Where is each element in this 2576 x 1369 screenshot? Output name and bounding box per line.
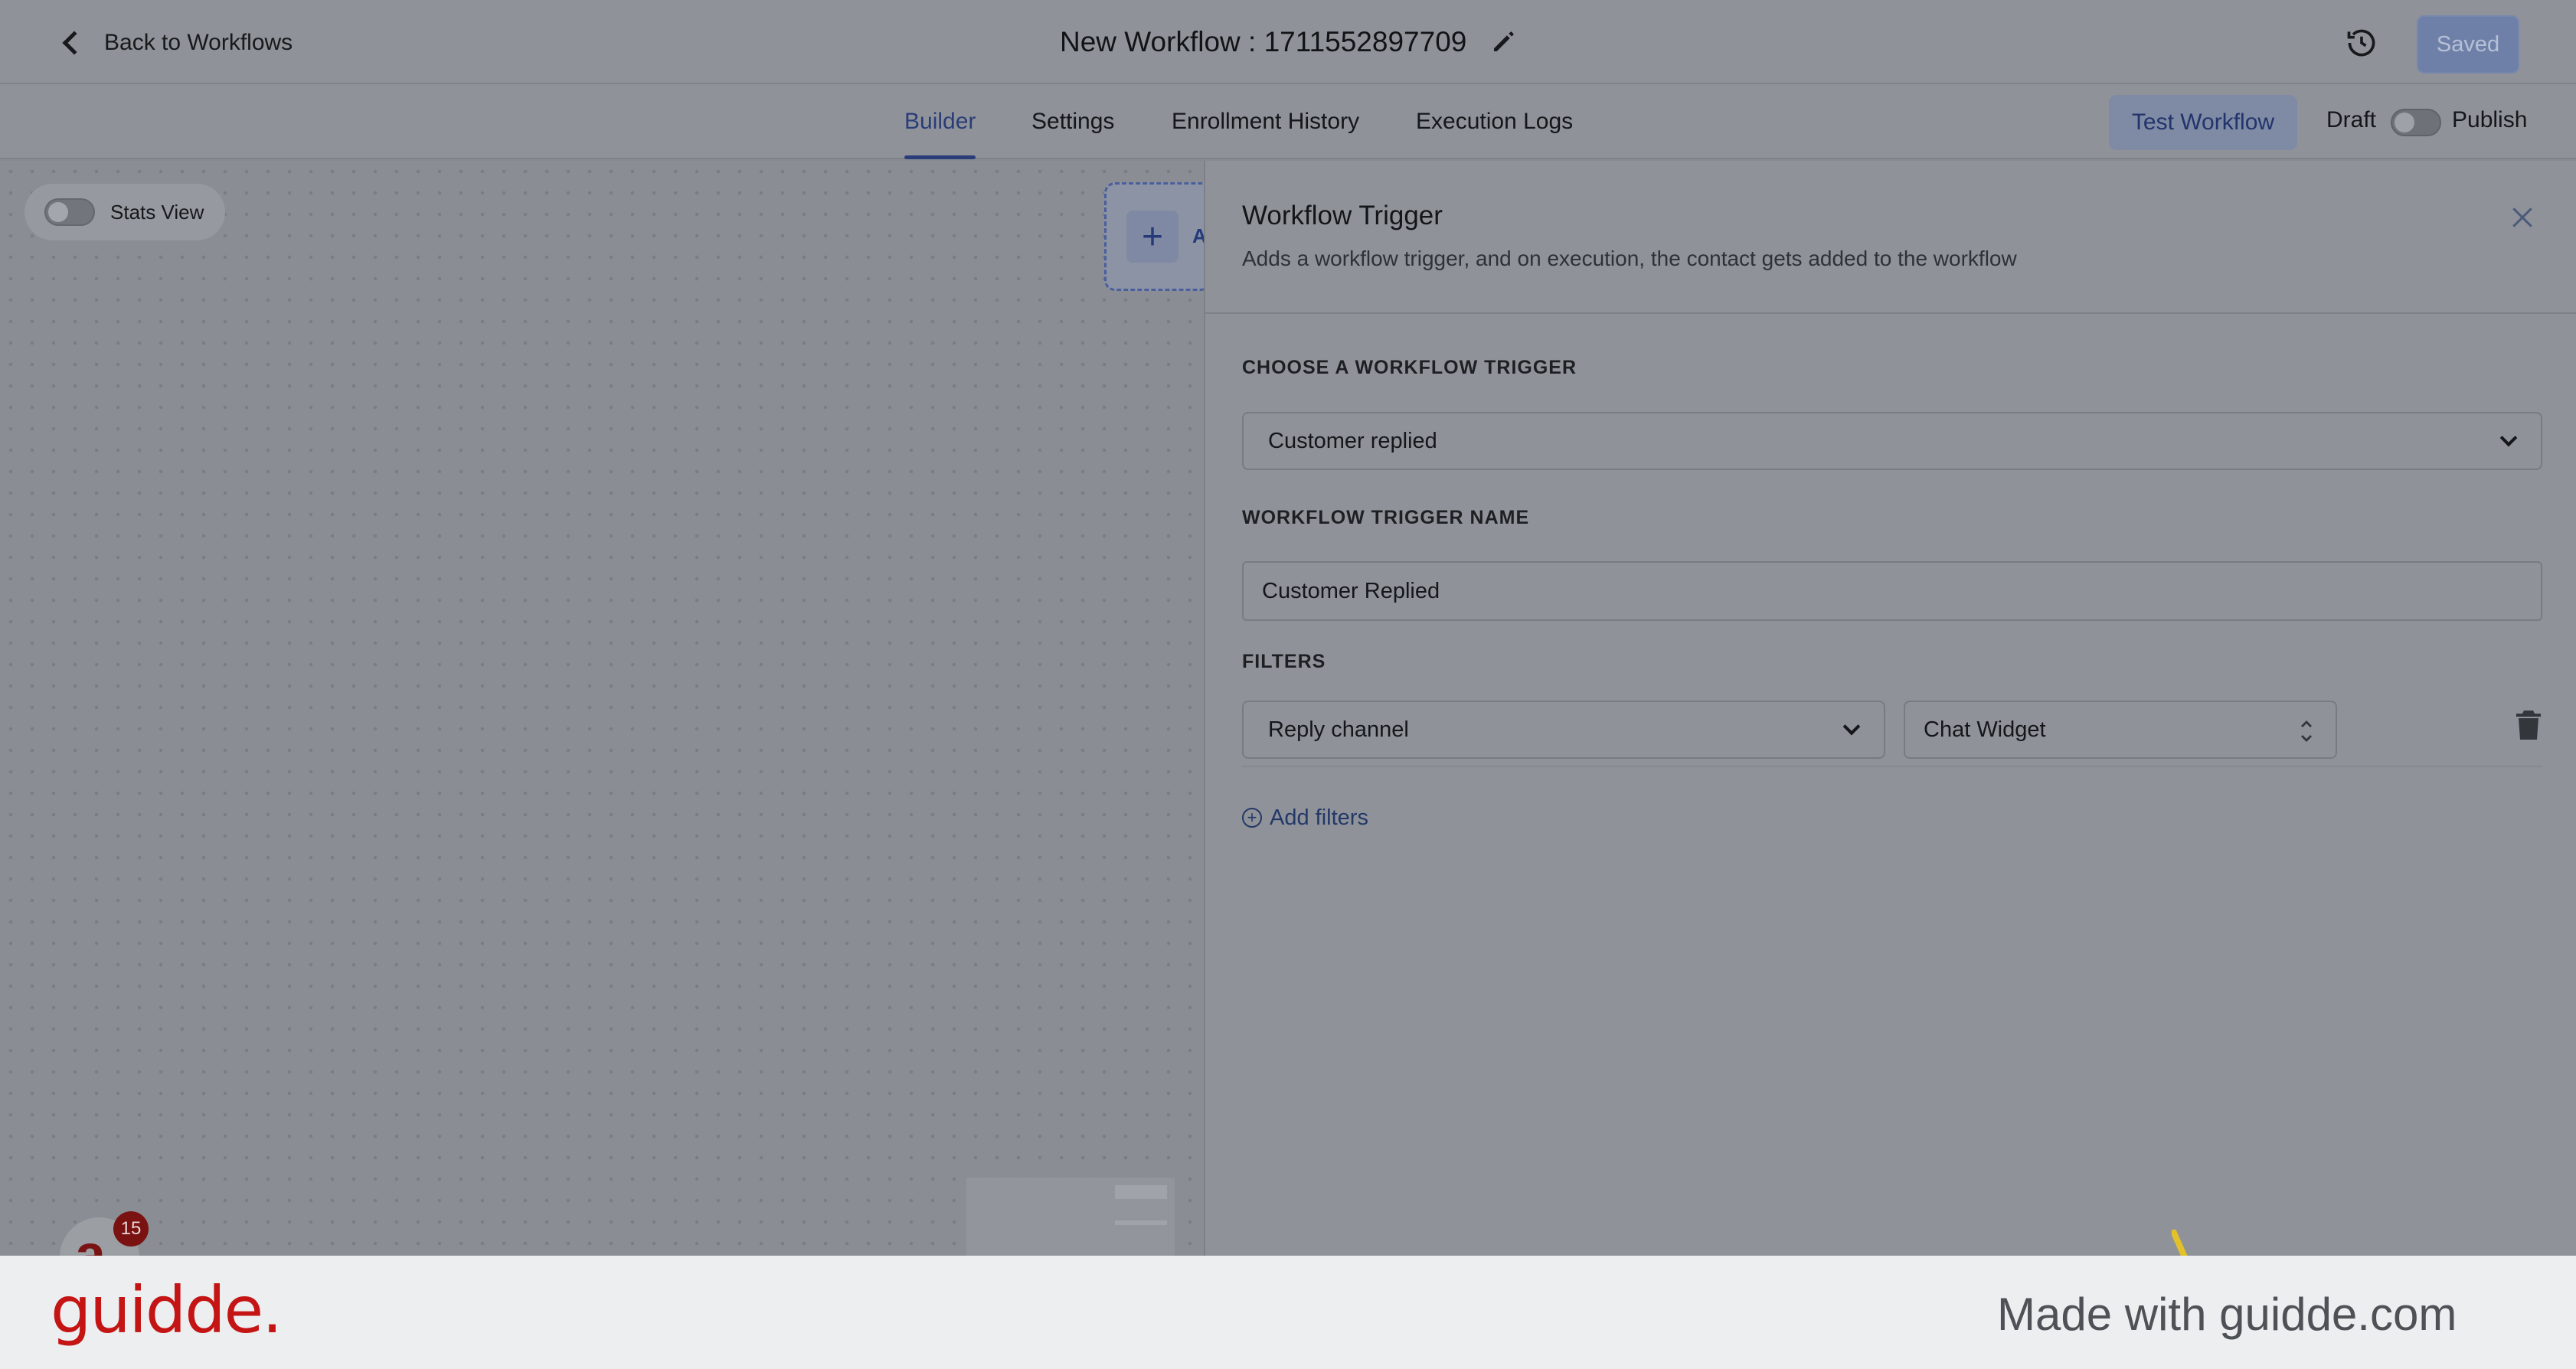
top-header: Back to Workflows New Workflow : 1711552…: [0, 0, 2576, 84]
test-workflow-button[interactable]: Test Workflow: [2109, 95, 2297, 150]
filter-divider: [1242, 766, 2542, 767]
workflow-canvas[interactable]: Stats View + A a 15: [0, 161, 1211, 1256]
history-clock-icon[interactable]: [2345, 26, 2378, 60]
stats-view-control[interactable]: Stats View: [25, 184, 225, 240]
add-trigger-node[interactable]: + A: [1104, 182, 1211, 291]
stats-view-toggle[interactable]: [44, 198, 95, 226]
tab-execution-logs[interactable]: Execution Logs: [1416, 84, 1573, 159]
back-link-label: Back to Workflows: [104, 30, 293, 55]
chevron-down-icon: [2499, 429, 2518, 447]
branding-footer: guidde. Made with guidde.com: [0, 1256, 2576, 1369]
mini-map-block: [1115, 1185, 1167, 1199]
notification-badge: 15: [113, 1211, 149, 1246]
guidde-logo: guidde.: [51, 1273, 283, 1348]
filter-field-select[interactable]: Reply channel: [1242, 701, 1885, 759]
assistant-logo-icon: a: [75, 1224, 106, 1256]
tabs-bar: Builder Settings Enrollment History Exec…: [0, 84, 2576, 159]
stats-view-label: Stats View: [110, 200, 204, 224]
workflow-builder-app: Back to Workflows New Workflow : 1711552…: [0, 0, 2576, 1256]
workflow-title-text: New Workflow : 1711552897709: [1060, 26, 1467, 57]
draft-label: Draft: [2326, 107, 2377, 132]
workflow-trigger-drawer: Workflow Trigger Adds a workflow trigger…: [1204, 161, 2576, 1256]
add-filters-label: Add filters: [1270, 805, 1368, 830]
made-with-text: Made with guidde.com: [1997, 1289, 2457, 1340]
chevron-left-icon: [62, 31, 87, 55]
publish-toggle[interactable]: [2391, 109, 2441, 136]
pencil-icon[interactable]: [1489, 28, 1517, 56]
trigger-name-label: WORKFLOW TRIGGER NAME: [1242, 507, 1530, 528]
filter-value-select[interactable]: Chat Widget: [1904, 701, 2337, 759]
plus-icon: +: [1126, 211, 1178, 263]
trigger-type-select[interactable]: Customer replied: [1242, 412, 2542, 470]
publish-label: Publish: [2452, 107, 2528, 132]
plus-circle-icon: +: [1242, 808, 1262, 828]
tab-builder[interactable]: Builder: [904, 84, 976, 159]
trigger-type-value: Customer replied: [1268, 428, 1437, 453]
add-filters-link[interactable]: + Add filters: [1242, 802, 1368, 833]
filter-field-value: Reply channel: [1268, 717, 1409, 742]
filter-value-text: Chat Widget: [1924, 717, 2046, 742]
drawer-header: Workflow Trigger Adds a workflow trigger…: [1205, 161, 2576, 314]
cursor-pointer-icon: [2172, 1230, 2188, 1256]
filters-label: FILTERS: [1242, 651, 1326, 672]
mini-map-block: [1115, 1220, 1167, 1225]
toggle-knob: [48, 202, 68, 222]
drawer-subtitle: Adds a workflow trigger, and on executio…: [1242, 247, 2017, 270]
mini-map[interactable]: [966, 1178, 1175, 1256]
choose-trigger-label: CHOOSE A WORKFLOW TRIGGER: [1242, 357, 1577, 378]
tab-settings[interactable]: Settings: [1031, 84, 1114, 159]
chevron-down-icon: [1842, 717, 1861, 736]
saved-button[interactable]: Saved: [2417, 15, 2519, 74]
toggle-knob: [2395, 113, 2414, 132]
assistant-launcher[interactable]: a 15: [60, 1211, 149, 1256]
close-icon[interactable]: [2507, 202, 2538, 233]
trigger-name-input[interactable]: [1242, 561, 2542, 621]
back-to-workflows-link[interactable]: Back to Workflows: [58, 26, 293, 60]
tab-enrollment-history[interactable]: Enrollment History: [1172, 84, 1359, 159]
up-down-chevron-icon: [2301, 720, 2312, 742]
drawer-title: Workflow Trigger: [1242, 201, 1443, 230]
trash-icon[interactable]: [2515, 709, 2542, 741]
workflow-title: New Workflow : 1711552897709: [1060, 23, 1517, 61]
